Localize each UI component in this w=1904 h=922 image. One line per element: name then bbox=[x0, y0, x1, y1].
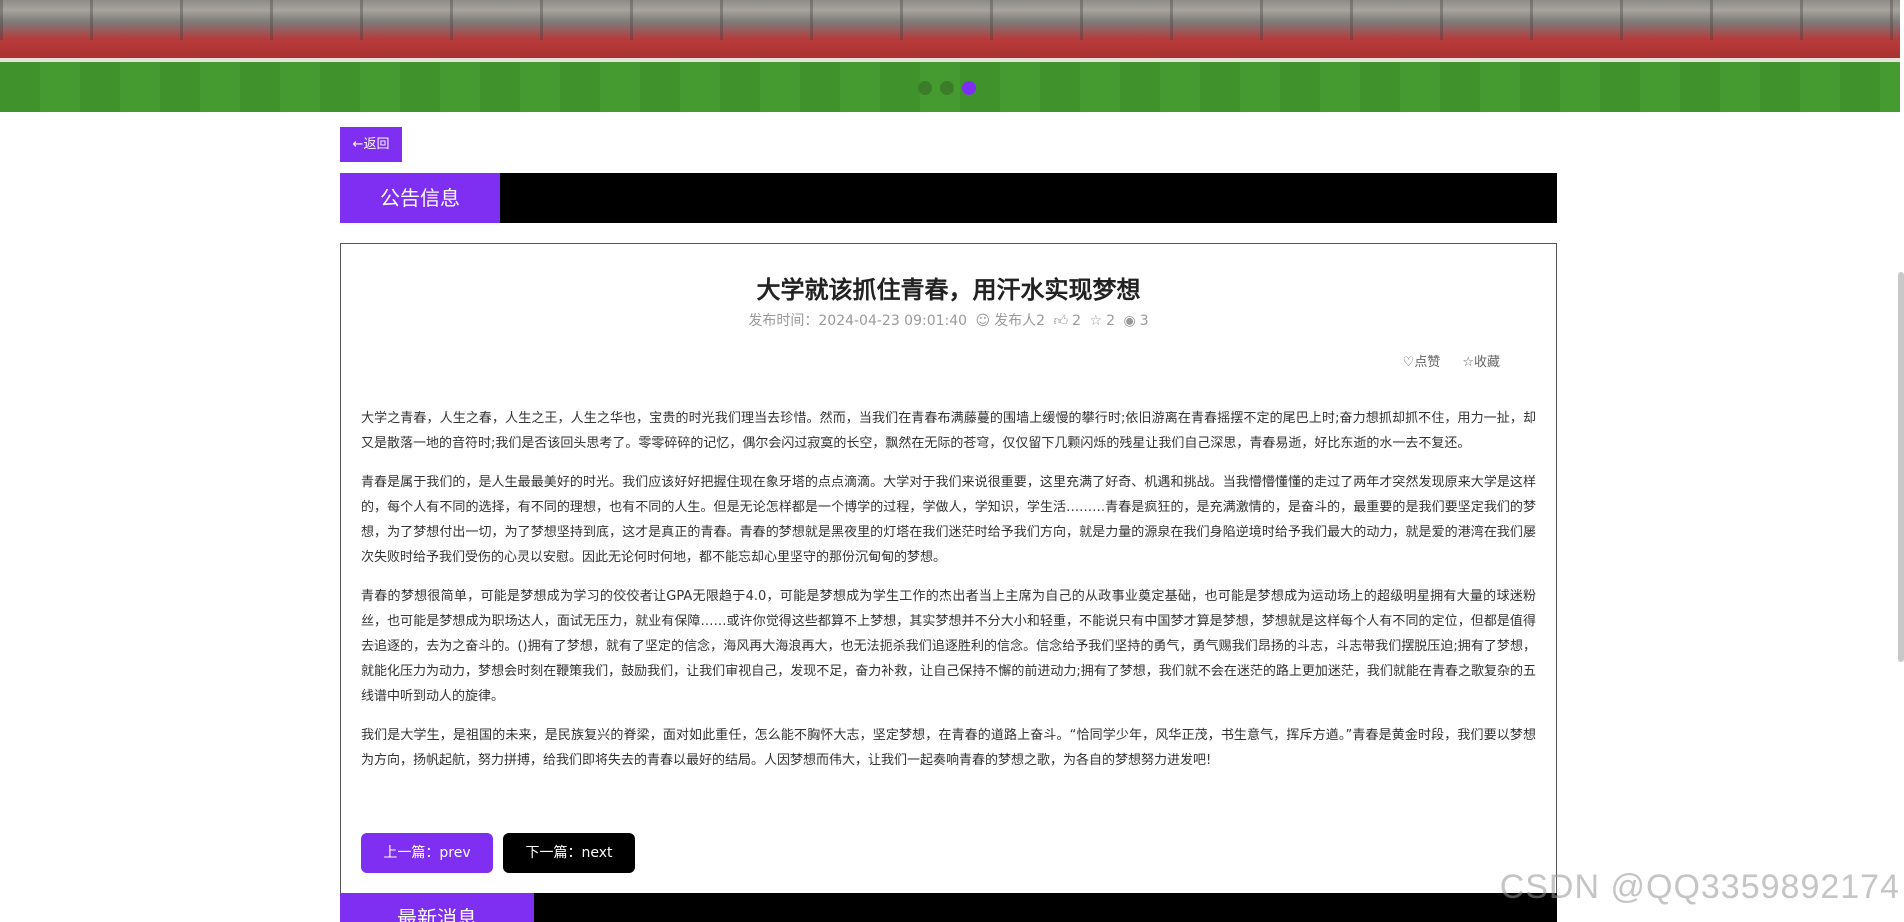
thumb-icon: 👍︎ bbox=[1053, 313, 1069, 329]
carousel-dot[interactable] bbox=[918, 81, 932, 95]
latest-tab: 最新消息 bbox=[340, 893, 534, 922]
article-card: 大学就该抓住青春，用汗水实现梦想 发布时间：2024-04-23 09:01:4… bbox=[340, 243, 1557, 922]
article-title: 大学就该抓住青春，用汗水实现梦想 bbox=[756, 276, 1141, 304]
latest-section-header: 最新消息 bbox=[340, 893, 1557, 922]
publisher: 发布人2 bbox=[994, 313, 1046, 329]
view-count: 3 bbox=[1139, 313, 1149, 329]
favorite-label: 收藏 bbox=[1473, 355, 1500, 370]
favorite-button[interactable]: ☆收藏 bbox=[1462, 351, 1500, 370]
like-count: 2 bbox=[1072, 313, 1082, 329]
star-icon: ☆ bbox=[1089, 313, 1103, 329]
eye-icon: ◉ bbox=[1123, 313, 1136, 329]
user-icon: ☺ bbox=[975, 313, 991, 329]
page-scrollbar[interactable] bbox=[1898, 272, 1904, 662]
carousel-dots bbox=[918, 81, 976, 95]
like-button[interactable]: ♡点赞 bbox=[1403, 351, 1441, 370]
article-content: 大学之青春，人生之春，人生之王，人生之华也，宝贵的时光我们理当去珍惜。然而，当我… bbox=[361, 406, 1536, 787]
banner-fence bbox=[0, 0, 1900, 40]
like-label: 点赞 bbox=[1414, 355, 1441, 370]
article-paragraph: 大学之青春，人生之春，人生之王，人生之华也，宝贵的时光我们理当去珍惜。然而，当我… bbox=[361, 411, 1536, 451]
article-meta: 发布时间：2024-04-23 09:01:40 ☺ 发布人2 👍︎ 2 ☆ 2 ◉ 3 bbox=[341, 310, 1556, 330]
carousel-dot-active[interactable] bbox=[962, 81, 976, 95]
carousel-dot[interactable] bbox=[940, 81, 954, 95]
article-paragraph: 青春是属于我们的，是人生最最美好的时光。我们应该好好把握住现在象牙塔的点点滴滴。… bbox=[361, 475, 1536, 565]
heart-icon: ♡ bbox=[1402, 355, 1415, 370]
article-paragraph: 青春的梦想很简单，可能是梦想成为学习的佼佼者让GPA无限趋于4.0，可能是梦想成… bbox=[361, 589, 1536, 704]
next-button[interactable]: 下一篇：next bbox=[503, 833, 635, 873]
banner-carousel[interactable] bbox=[0, 0, 1900, 112]
banner-track bbox=[0, 40, 1900, 58]
article-actions: ♡点赞 ☆收藏 bbox=[1403, 351, 1500, 370]
publish-time: 发布时间：2024-04-23 09:01:40 bbox=[748, 313, 968, 329]
favorite-count: 2 bbox=[1106, 313, 1116, 329]
watermark: CSDN @QQ3359892174 bbox=[1499, 868, 1900, 906]
star-icon: ☆ bbox=[1462, 355, 1474, 370]
article-paragraph: 我们是大学生，是祖国的未来，是民族复兴的脊梁，面对如此重任，怎么能不胸怀大志，坚… bbox=[361, 728, 1536, 768]
article-pager: 上一篇：prev 下一篇：next bbox=[361, 833, 635, 873]
notice-section-header: 公告信息 bbox=[340, 173, 1557, 223]
prev-button[interactable]: 上一篇：prev bbox=[361, 833, 493, 873]
back-button[interactable]: ←返回 bbox=[340, 127, 402, 162]
notice-tab: 公告信息 bbox=[340, 173, 500, 223]
